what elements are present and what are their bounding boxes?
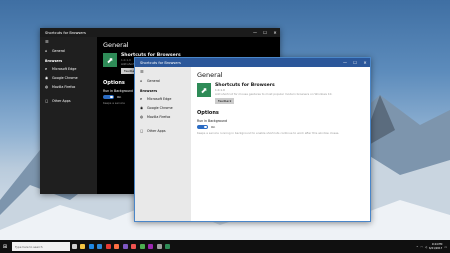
option-hint: Keeps a service running in background to… [197,131,340,136]
sidebar-item-label: Mozilla Firefox [147,114,171,119]
app-description: Add shortcut for mouse gestures to most … [215,92,333,96]
dark-sidebar: ☰ ⌂ General Browsers e Microsoft Edge ◉ … [40,37,97,194]
sidebar-item-label: General [52,48,65,53]
file-explorer-icon[interactable] [79,240,88,253]
firefox-icon[interactable] [113,240,122,253]
close-button[interactable]: ✕ [270,28,280,37]
firefox-icon: ◍ [45,84,49,89]
toggle-state: On [211,124,216,129]
chrome-icon-glyph [105,244,111,249]
media-icon-glyph [131,244,137,249]
vs-icon-glyph [148,244,154,249]
sidebar-item-label: Microsoft Edge [147,96,172,101]
edge-icon: e [140,96,143,101]
sidebar-item-edge[interactable]: e Microsoft Edge [40,64,97,73]
maximize-button[interactable]: ☐ [350,58,360,67]
home-icon: ⌂ [45,48,48,53]
light-window-titlebar[interactable]: Shortcuts for Browsers — ☐ ✕ [135,58,370,67]
terminal-icon[interactable] [138,240,147,253]
shortcuts-app-icon-glyph [165,244,171,249]
volume-icon[interactable]: ◁ [425,245,427,249]
windows-start-icon[interactable]: ⊞ [0,240,10,253]
chrome-icon: ◉ [45,75,49,80]
photos-icon[interactable] [121,240,130,253]
action-center-icon[interactable]: ▭ [444,245,447,249]
minimize-button[interactable]: — [250,28,260,37]
page-title: General [197,71,223,79]
sidebar-item-label: Google Chrome [147,105,173,110]
app-info: ⬈ Shortcuts for Browsers 1.0.1.0 Add sho… [197,83,364,104]
light-sidebar: ☰ ⌂ General Browsers e Microsoft Edge ◉ … [135,67,191,221]
options-header: Options [197,110,219,116]
firefox-icon-glyph [114,244,120,249]
light-main-content: General ⬈ Shortcuts for Browsers 1.0.1.0… [191,67,370,221]
photos-icon-glyph [122,244,128,249]
toggle-state: On [117,94,122,99]
edge-icon-glyph [88,244,94,249]
dark-window-titlebar[interactable]: Shortcuts for Browsers — ☐ ✕ [40,28,280,37]
run-in-background-label: Run in Background [197,119,228,123]
sidebar-item-label: Google Chrome [52,75,78,80]
sidebar-section-header: Browsers [140,89,158,93]
chrome-icon[interactable] [104,240,113,253]
window-title: Shortcuts for Browsers [45,30,86,35]
apps-icon: ▢ [140,128,144,133]
taskbar-clock[interactable]: 9:44 PM 6/21/2017 [429,243,442,250]
firefox-icon: ◍ [140,114,144,119]
hamburger-icon[interactable]: ☰ [135,67,191,76]
sidebar-item-chrome[interactable]: ◉ Google Chrome [135,103,191,112]
close-button[interactable]: ✕ [360,58,370,67]
chevron-up-icon[interactable]: ^ [416,245,418,249]
media-icon[interactable] [130,240,139,253]
minimize-button[interactable]: — [340,58,350,67]
taskbar: ⊞ Type here to search ^ ◠ ◁ 9:44 PM 6/21… [0,240,450,253]
sidebar-section-header: Browsers [45,59,63,63]
sidebar-item-other-apps[interactable]: ▢ Other Apps [40,96,97,105]
edge-icon: e [45,66,48,71]
edge-icon[interactable] [87,240,96,253]
chrome-icon: ◉ [140,105,144,110]
sidebar-item-general[interactable]: ⌂ General [40,46,97,55]
page-title: General [103,41,129,49]
run-in-background-toggle[interactable] [103,94,114,100]
sidebar-item-chrome[interactable]: ◉ Google Chrome [40,73,97,82]
sidebar-item-edge[interactable]: e Microsoft Edge [135,94,191,103]
terminal-icon-glyph [139,244,145,249]
run-in-background-toggle[interactable] [197,124,208,130]
sidebar-item-label: Mozilla Firefox [52,84,76,89]
vs-icon[interactable] [147,240,156,253]
clock-time: 9:44 PM [431,243,443,247]
task-view-icon[interactable] [70,240,79,253]
shortcuts-app-icon[interactable] [164,240,173,253]
apps-icon: ▢ [45,98,49,103]
app-logo-icon: ⬈ [103,53,117,67]
sidebar-item-label: Other Apps [52,98,71,103]
clock-date: 6/21/2017 [429,246,443,250]
sidebar-item-label: General [147,78,160,83]
sidebar-item-label: Microsoft Edge [52,66,77,71]
task-view-icon-glyph [71,244,77,249]
settings-icon[interactable] [155,240,164,253]
file-explorer-icon-glyph [80,244,86,249]
taskbar-search-box[interactable]: Type here to search [12,242,70,251]
sidebar-item-general[interactable]: ⌂ General [135,76,191,85]
store-icon[interactable] [96,240,105,253]
hamburger-icon[interactable]: ☰ [40,37,97,46]
network-icon[interactable]: ◠ [420,245,422,249]
app-logo-icon: ⬈ [197,83,211,97]
window-title: Shortcuts for Browsers [140,60,181,65]
taskbar-apps [70,240,172,253]
system-tray: ^ ◠ ◁ 9:44 PM 6/21/2017 ▭ [416,243,450,250]
maximize-button[interactable]: ☐ [260,28,270,37]
feedback-button[interactable]: Feedback [215,98,235,104]
light-app-window[interactable]: Shortcuts for Browsers — ☐ ✕ ☰ ⌂ General… [134,57,371,222]
settings-icon-glyph [156,244,162,249]
sidebar-item-firefox[interactable]: ◍ Mozilla Firefox [135,112,191,121]
sidebar-item-firefox[interactable]: ◍ Mozilla Firefox [40,82,97,91]
home-icon: ⌂ [140,78,143,83]
store-icon-glyph [97,244,103,249]
sidebar-item-other-apps[interactable]: ▢ Other Apps [135,126,191,135]
sidebar-item-label: Other Apps [147,128,166,133]
